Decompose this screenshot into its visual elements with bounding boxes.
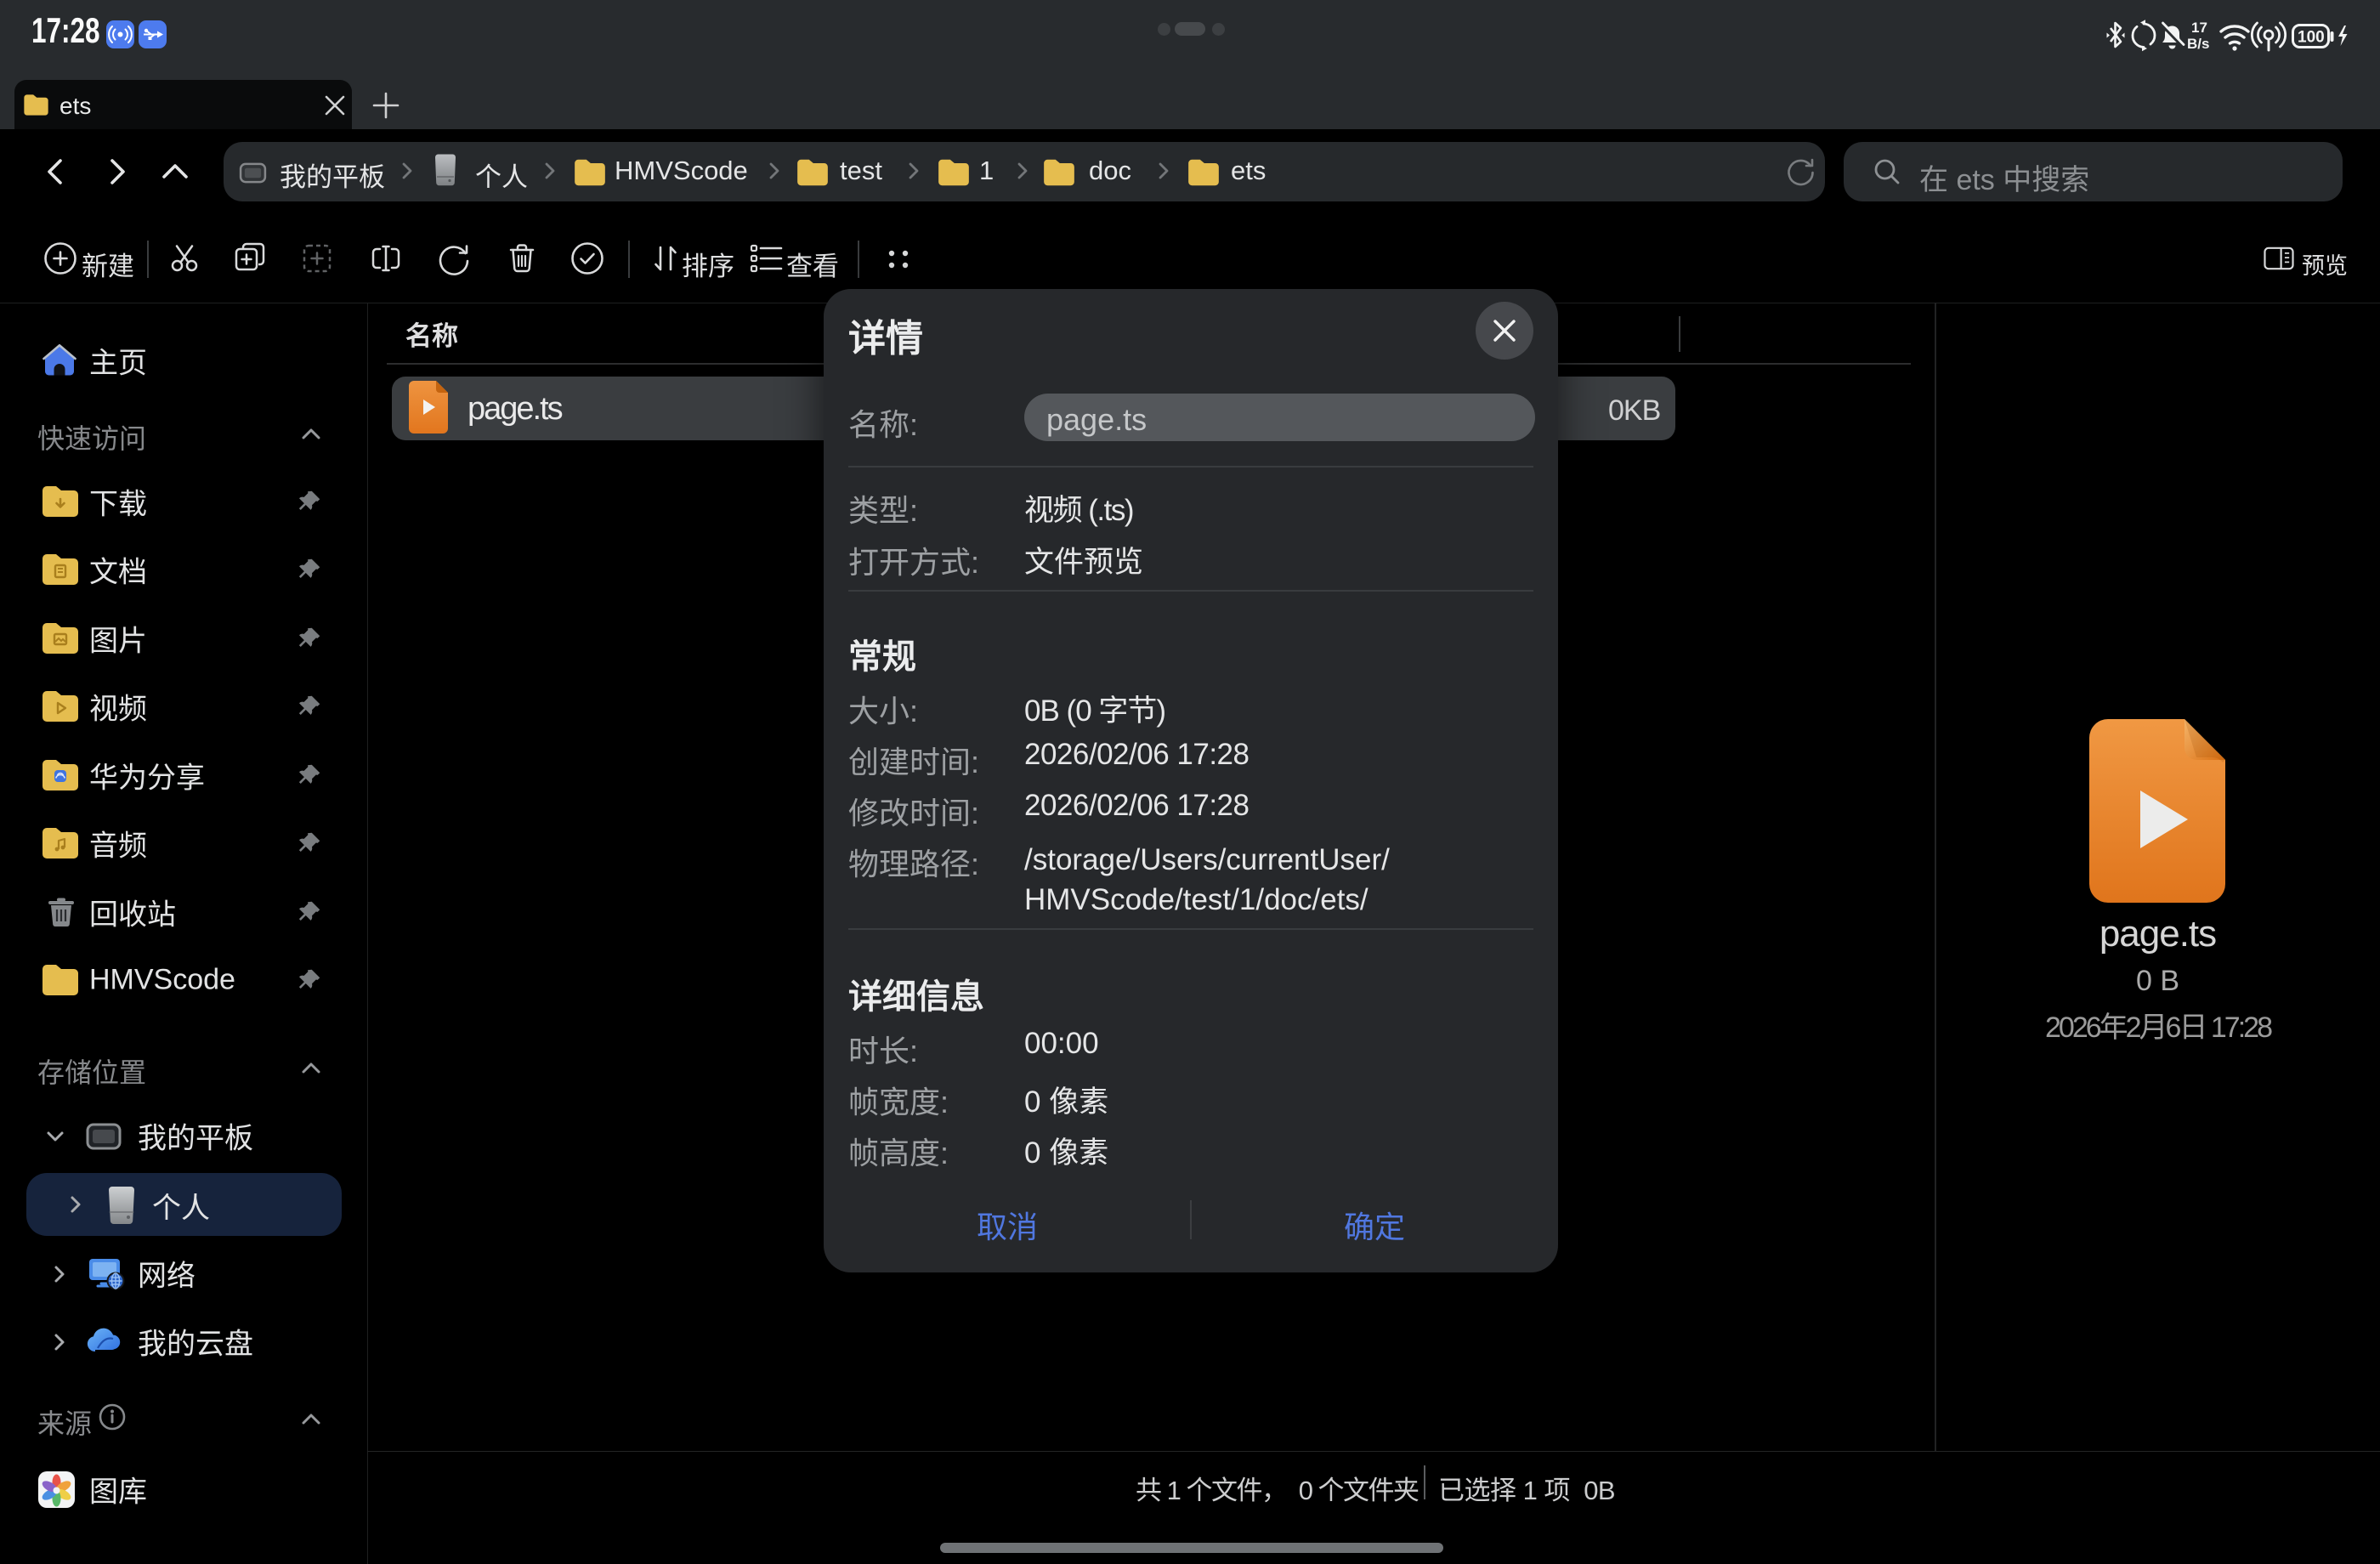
svg-text:100: 100 xyxy=(2298,29,2325,47)
svg-text:B/s: B/s xyxy=(2187,36,2209,52)
svg-text:17: 17 xyxy=(2191,20,2207,36)
